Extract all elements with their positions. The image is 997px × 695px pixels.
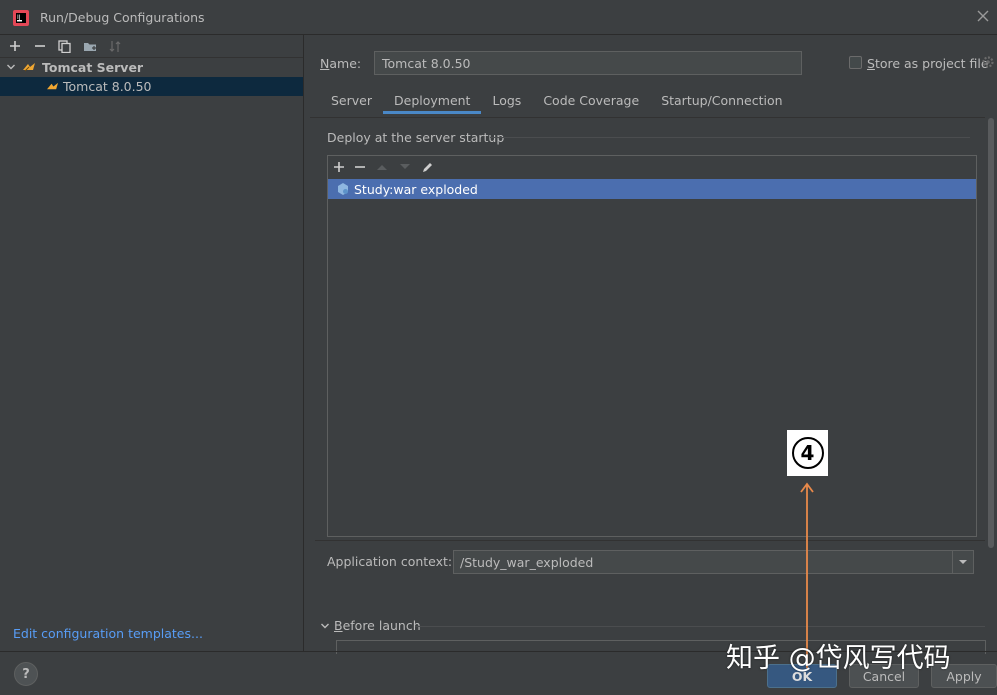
tree-item-label: Tomcat 8.0.50 [63, 79, 152, 94]
tree-group-label: Tomcat Server [42, 60, 143, 75]
before-launch-section[interactable]: Before launch [320, 618, 421, 633]
chevron-down-icon[interactable] [320, 621, 330, 631]
close-icon[interactable] [975, 8, 991, 24]
help-button[interactable]: ? [14, 662, 38, 686]
application-context-label: Application context: [327, 554, 452, 569]
tab-server[interactable]: Server [320, 88, 383, 114]
annotation-number: 4 [792, 437, 824, 469]
deploy-list [327, 155, 977, 537]
before-launch-label: Before launch [334, 618, 421, 633]
name-field[interactable]: Tomcat 8.0.50 [374, 51, 802, 75]
remove-icon[interactable] [354, 161, 366, 173]
deploy-list-toolbar [333, 158, 434, 176]
scrollbar[interactable] [988, 118, 994, 548]
tomcat-icon [46, 81, 59, 92]
window-title: Run/Debug Configurations [40, 10, 205, 25]
context-frame-line [315, 540, 985, 541]
annotation-marker: 4 [787, 430, 828, 476]
move-up-icon[interactable] [375, 161, 389, 173]
tree-item-tomcat-config[interactable]: Tomcat 8.0.50 [0, 77, 303, 96]
list-item-label: Study:war exploded [354, 182, 478, 197]
tree-group-tomcat-server[interactable]: Tomcat Server [6, 58, 302, 76]
deploy-section-title: Deploy at the server startup [327, 130, 504, 145]
tab-deployment[interactable]: Deployment [383, 88, 481, 114]
copy-icon[interactable] [56, 38, 73, 55]
folder-icon[interactable] [81, 38, 98, 55]
artifact-icon [336, 182, 350, 196]
edit-templates-link[interactable]: Edit configuration templates... [13, 626, 203, 641]
store-as-project-file-checkbox[interactable] [849, 56, 862, 69]
remove-icon[interactable] [31, 38, 48, 55]
chevron-down-icon[interactable] [6, 62, 16, 72]
svg-text:IJ: IJ [17, 14, 21, 21]
intellij-app-icon: IJ [12, 9, 30, 27]
list-item[interactable]: Study:war exploded [328, 179, 976, 199]
section-rule [415, 626, 985, 627]
tabs-divider [310, 117, 985, 118]
gear-icon[interactable] [981, 55, 995, 69]
edit-icon[interactable] [421, 161, 434, 174]
tab-logs[interactable]: Logs [481, 88, 532, 114]
tab-startup-connection[interactable]: Startup/Connection [650, 88, 793, 114]
add-icon[interactable] [6, 38, 23, 55]
tomcat-icon [22, 61, 36, 73]
watermark: 知乎 @岱风写代码 [726, 636, 951, 675]
config-tabs: Server Deployment Logs Code Coverage Sta… [320, 88, 794, 118]
sort-icon[interactable] [106, 38, 123, 55]
add-icon[interactable] [333, 161, 345, 173]
chevron-down-icon[interactable] [952, 550, 974, 574]
section-rule [490, 137, 970, 138]
name-label: Name: [320, 56, 361, 71]
application-context-field[interactable]: /Study_war_exploded [453, 550, 953, 574]
store-as-project-file-label[interactable]: Store as project file [867, 56, 989, 71]
configurations-sidebar [0, 35, 304, 651]
move-down-icon[interactable] [398, 161, 412, 173]
sidebar-toolbar [6, 36, 123, 56]
tab-code-coverage[interactable]: Code Coverage [532, 88, 650, 114]
